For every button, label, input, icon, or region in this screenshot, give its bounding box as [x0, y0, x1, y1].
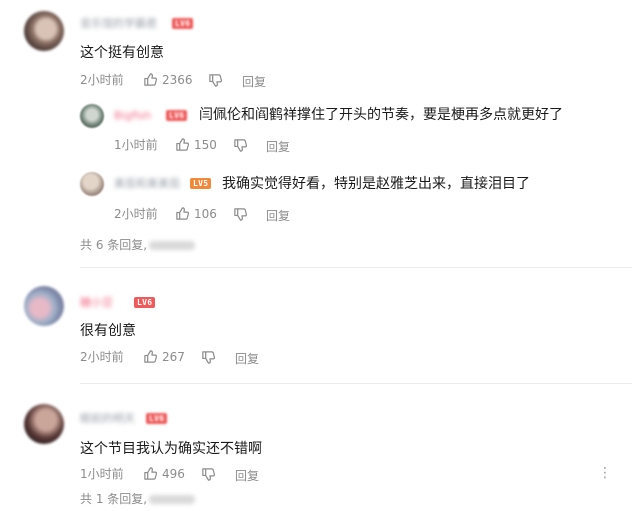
divider [80, 383, 632, 384]
like-count: 267 [162, 349, 185, 364]
more-replies-label: 共 1 条回复, [80, 492, 148, 506]
avatar[interactable] [24, 11, 64, 51]
dislike-button[interactable] [208, 73, 223, 88]
thumbs-down-icon [201, 350, 216, 365]
thumbs-down-icon [208, 73, 223, 88]
like-count: 150 [194, 137, 217, 152]
timestamp: 1小时前 [114, 138, 158, 152]
dislike-button[interactable] [233, 138, 248, 153]
dislike-button[interactable] [233, 207, 248, 222]
username[interactable]: 美茄和美美茄 [114, 178, 180, 190]
reply-text: 闫佩伦和阎鹤祥撑住了开头的节奏，要是梗再多点就更好了 [199, 107, 563, 123]
comment-text: 很有创意 [80, 323, 136, 339]
like-button[interactable]: 150 [175, 137, 217, 152]
username[interactable]: 眼前的明天 [80, 413, 135, 425]
avatar[interactable] [80, 104, 104, 128]
timestamp: 2小时前 [80, 350, 124, 364]
divider [80, 267, 632, 268]
like-count: 106 [194, 206, 217, 221]
avatar[interactable] [24, 404, 64, 444]
level-badge: LV6 [172, 18, 194, 29]
thumbs-down-icon [233, 207, 248, 222]
username[interactable]: 音乐馆的学霸君 [80, 18, 157, 30]
level-badge: LV6 [166, 110, 188, 121]
thumbs-up-icon [143, 466, 158, 481]
comment-text: 这个挺有创意 [80, 45, 164, 61]
view-more-replies[interactable]: 共 6 条回复, [80, 236, 196, 253]
reply-button[interactable]: 回复 [242, 73, 266, 90]
thumbs-up-icon [143, 349, 158, 364]
like-button[interactable]: 267 [143, 349, 185, 364]
reply-text: 我确实觉得好看，特别是赵雅芝出来，直接泪目了 [222, 176, 530, 192]
blurred-text [149, 495, 196, 504]
like-button[interactable]: 2366 [143, 72, 193, 87]
reply-button[interactable]: 回复 [235, 467, 259, 484]
timestamp: 2小时前 [80, 73, 124, 87]
reply-button[interactable]: 回复 [266, 138, 290, 155]
timestamp: 2小时前 [114, 207, 158, 221]
thumbs-down-icon [201, 467, 216, 482]
like-button[interactable]: 106 [175, 206, 217, 221]
more-replies-label: 共 6 条回复, [80, 238, 148, 252]
view-more-replies[interactable]: 共 1 条回复, [80, 490, 196, 507]
thumbs-up-icon [143, 72, 158, 87]
thumbs-up-icon [175, 206, 190, 221]
reply-button[interactable]: 回复 [266, 207, 290, 224]
more-vertical-icon[interactable]: ⋮ [598, 466, 612, 480]
avatar[interactable] [80, 172, 104, 196]
dislike-button[interactable] [201, 350, 216, 365]
comment-text: 这个节目我认为确实还不错啊 [80, 441, 262, 457]
thumbs-down-icon [233, 138, 248, 153]
thumbs-up-icon [175, 137, 190, 152]
level-badge: LV6 [146, 413, 168, 424]
timestamp: 1小时前 [80, 467, 124, 481]
like-count: 496 [162, 466, 185, 481]
reply-button[interactable]: 回复 [235, 350, 259, 367]
dislike-button[interactable] [201, 467, 216, 482]
username[interactable]: 糖小豆 [80, 297, 113, 309]
like-count: 2366 [162, 72, 193, 87]
like-button[interactable]: 496 [143, 466, 185, 481]
blurred-text [149, 241, 196, 250]
level-badge: LV6 [134, 297, 156, 308]
level-badge: LV5 [190, 178, 212, 189]
avatar[interactable] [24, 286, 64, 326]
username[interactable]: Bigfish [114, 110, 151, 122]
